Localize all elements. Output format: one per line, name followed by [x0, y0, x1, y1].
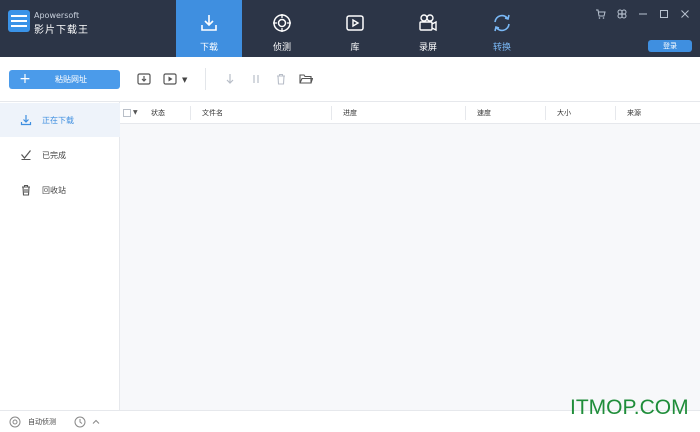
column-divider [465, 106, 466, 120]
settings-icon[interactable] [616, 8, 627, 19]
tab-library[interactable]: 库 [322, 0, 388, 57]
auto-detect-icon[interactable] [9, 416, 21, 428]
paste-url-label: 粘贴网址 [55, 75, 87, 84]
sidebar-item-completed[interactable]: 已完成 [0, 138, 120, 172]
tab-download[interactable]: 下载 [176, 0, 242, 57]
trash-icon [277, 73, 285, 85]
auto-detect-label: 自动侦测 [28, 418, 56, 426]
chevron-down-icon[interactable]: ▼ [133, 102, 138, 124]
delete-button[interactable] [273, 71, 289, 87]
folder-icon [299, 74, 313, 84]
column-filename[interactable]: 文件名 [202, 102, 223, 124]
tab-convert[interactable]: 转换 [469, 0, 535, 57]
column-progress[interactable]: 进度 [343, 102, 357, 124]
clock-icon[interactable] [74, 416, 86, 428]
video-options-button[interactable] [162, 71, 178, 87]
arrow-down-icon [226, 74, 234, 84]
brand-name: 影片下载王 [34, 25, 89, 36]
record-icon [419, 14, 437, 32]
trash-icon [20, 184, 32, 196]
brand: Apowersoft 影片下载王 [34, 11, 89, 36]
column-size[interactable]: 大小 [557, 102, 571, 124]
library-icon [346, 15, 364, 31]
tab-record-label: 录屏 [418, 43, 437, 53]
minimize-icon[interactable] [637, 8, 648, 19]
column-divider [615, 106, 616, 120]
table-header: ▼ 状态 文件名 进度 速度 大小 来源 [120, 102, 700, 124]
watermark: ITMOP.COM [570, 396, 689, 419]
column-source[interactable]: 来源 [627, 102, 641, 124]
tab-library-label: 库 [350, 43, 360, 53]
column-divider [331, 106, 332, 120]
login-button[interactable]: 登录 [648, 40, 692, 52]
tab-download-label: 下载 [199, 43, 218, 53]
column-divider [190, 106, 191, 120]
tab-record[interactable]: 录屏 [395, 0, 461, 57]
detect-icon [273, 14, 291, 32]
toolbar-divider [205, 68, 206, 90]
download-icon [20, 114, 32, 126]
start-button[interactable] [222, 71, 238, 87]
tab-convert-label: 转换 [492, 43, 511, 53]
sidebar-item-recycle-bin[interactable]: 回收站 [0, 173, 120, 207]
check-icon [20, 149, 32, 161]
window-controls [595, 8, 690, 19]
download-icon [201, 15, 217, 31]
close-icon[interactable] [679, 8, 690, 19]
convert-icon [494, 14, 510, 32]
video-file-icon [163, 73, 177, 85]
sidebar-item-label: 已完成 [42, 150, 66, 160]
open-folder-button[interactable] [298, 71, 314, 87]
plus-icon: + [19, 71, 31, 87]
column-status[interactable]: 状态 [151, 102, 165, 124]
tab-detect[interactable]: 侦测 [249, 0, 315, 57]
select-all-checkbox[interactable] [123, 109, 131, 117]
column-divider [545, 106, 546, 120]
app-logo-icon [8, 10, 30, 32]
tab-detect-label: 侦测 [272, 43, 291, 53]
pause-button[interactable] [248, 71, 264, 87]
download-file-button[interactable] [136, 71, 152, 87]
sidebar-item-label: 正在下载 [42, 115, 74, 125]
chevron-down-icon[interactable]: ▼ [182, 76, 187, 84]
download-list: ▼ 状态 文件名 进度 速度 大小 来源 [120, 102, 700, 410]
toolbar: + 粘贴网址 ▼ [0, 57, 700, 102]
header-bar: Apowersoft 影片下载王 下载 侦测 库 录屏 转换 登录 [0, 0, 700, 57]
chevron-up-icon[interactable] [90, 416, 102, 428]
column-speed[interactable]: 速度 [477, 102, 491, 124]
cart-icon[interactable] [595, 8, 606, 19]
maximize-icon[interactable] [658, 8, 669, 19]
paste-url-button[interactable]: + 粘贴网址 [9, 70, 120, 89]
brand-company: Apowersoft [34, 11, 80, 20]
sidebar-item-downloading[interactable]: 正在下载 [0, 103, 120, 137]
sidebar: 正在下载 已完成 回收站 [0, 102, 120, 410]
pause-icon [253, 75, 259, 83]
download-file-icon [137, 73, 151, 85]
sidebar-item-label: 回收站 [42, 185, 66, 195]
